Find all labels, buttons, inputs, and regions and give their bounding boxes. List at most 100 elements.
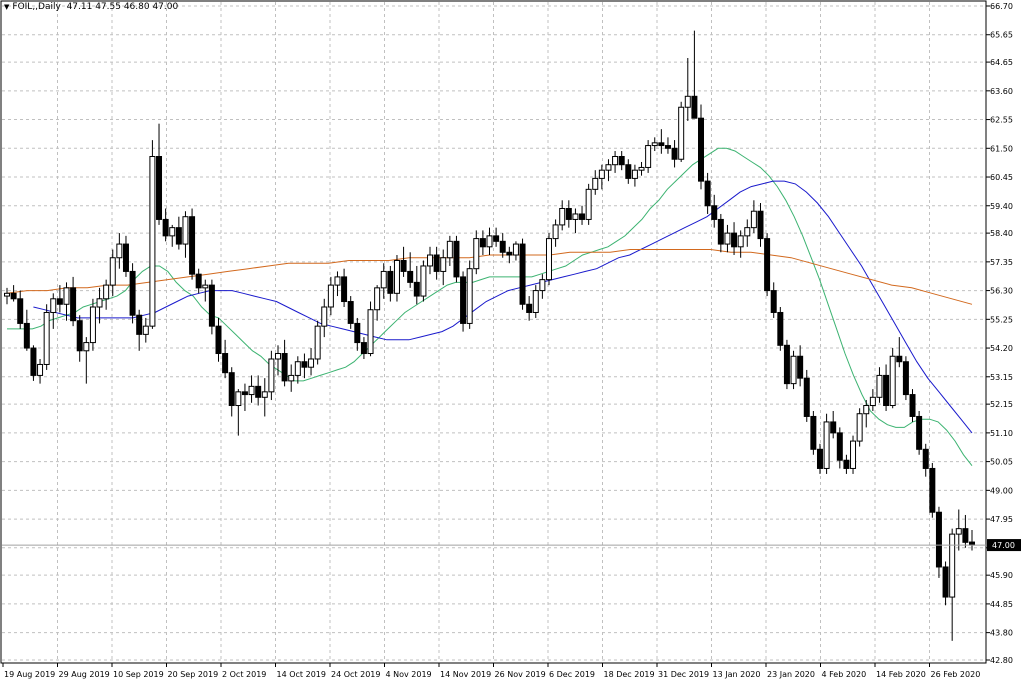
candle-body-bull (116, 243, 123, 259)
price-chart[interactable]: 66.70 65.65 64.65 63.60 62.55 61.50 60.45 59.40… (0, 0, 1024, 683)
candle-body-bull (552, 224, 559, 240)
candle (783, 339, 790, 390)
x-tick-label: 24 Oct 2019 (331, 670, 380, 679)
candle-body-bear (56, 298, 63, 305)
candle (208, 279, 215, 335)
candle (43, 304, 50, 370)
candle-body-bear (222, 353, 229, 374)
candle-body-bull (539, 279, 546, 292)
candle-body-bear (671, 147, 678, 160)
candle-body-bear (836, 432, 843, 461)
x-tick-label: 10 Sep 2019 (113, 670, 164, 679)
candle-body-bear (698, 117, 705, 182)
candle-body-bear (413, 281, 420, 297)
y-tick-label: 50.05 (990, 458, 1013, 467)
candle-body-bull (380, 270, 387, 289)
candle-body-bull (486, 235, 493, 248)
candle-body-bear (387, 270, 394, 294)
candle-body-bear (625, 164, 632, 179)
candle-body-bull (321, 306, 328, 327)
candle-body-bear (499, 240, 506, 253)
x-tick-label: 18 Dec 2019 (604, 670, 655, 679)
candle-body-bear (281, 353, 288, 382)
candle-body-bear (347, 301, 354, 324)
candle-body-bear (341, 276, 348, 303)
candle-body-bear (129, 270, 136, 316)
y-tick-label: 57.35 (990, 258, 1013, 267)
x-tick-label: 31 Dec 2019 (658, 670, 709, 679)
candle-body-bear (400, 259, 407, 272)
candle-body-bull (314, 325, 321, 360)
candle-body-bear (565, 207, 572, 220)
candle-body-bear (962, 528, 969, 543)
y-tick-label: 52.15 (990, 400, 1013, 409)
candle-body-bull (876, 374, 883, 398)
candle-body-bear (830, 421, 837, 434)
candle-body-bear (493, 235, 500, 242)
x-tick-label: 2 Oct 2019 (222, 670, 266, 679)
candle-body-bull (420, 265, 427, 297)
candle (314, 320, 321, 365)
candle (777, 307, 784, 351)
candle-body-bear (136, 314, 143, 335)
candle-body-bear (579, 213, 586, 220)
y-tick-label: 66.70 (990, 2, 1013, 11)
candle-body-bull (863, 405, 870, 415)
candle-body-bear (195, 273, 202, 289)
candle (149, 140, 156, 329)
candle-body-bear (519, 243, 526, 305)
candle-body-bull (473, 238, 480, 270)
candle-body-bull (182, 216, 189, 245)
candle-body-bull (393, 259, 400, 294)
candle (420, 260, 427, 302)
y-tick-label: 58.40 (990, 229, 1013, 238)
candle-body-bull (559, 207, 566, 226)
candle-body-bull (512, 243, 519, 256)
candle (889, 348, 896, 409)
x-tick-label: 14 Oct 2019 (277, 670, 326, 679)
candle-body-bear (770, 290, 777, 313)
x-tick-label: 14 Nov 2019 (440, 670, 491, 679)
candle-body-bull (744, 227, 751, 237)
candle-body-bear (215, 325, 222, 355)
candle-body-bull (572, 213, 579, 220)
candle-body-bull (631, 169, 638, 179)
candle (129, 263, 136, 324)
dropdown-triangle-icon[interactable]: ▼ (4, 3, 9, 11)
candle-body-bull (149, 156, 156, 327)
candle-body-bear (301, 361, 308, 368)
candle-body-bull (4, 292, 10, 297)
candle-body-bull (949, 533, 956, 598)
candle-body-bear (816, 448, 823, 469)
y-tick-label: 60.45 (990, 173, 1013, 182)
candle-body-bull (466, 268, 473, 324)
candle-body-bull (63, 287, 70, 305)
candle (902, 356, 909, 401)
candle-body-bull (605, 164, 612, 171)
candle-body-bull (638, 166, 645, 171)
candle-body-bear (691, 95, 698, 119)
candle-body-bull (89, 306, 96, 344)
candle-body-bull (440, 257, 447, 272)
x-axis: 19 Aug 2019 29 Aug 2019 10 Sep 2019 20 Sep … (2, 663, 980, 679)
candle (856, 408, 863, 447)
ohlc-readout: 47.11 47.55 46.80 47.00 (66, 2, 179, 12)
candle-body-bear (162, 218, 169, 237)
candle-body-bull (850, 440, 857, 469)
candle-body-bear (30, 347, 37, 376)
x-tick-label: 19 Aug 2019 (4, 670, 55, 679)
candle-body-bear (909, 394, 916, 417)
candle-body-bear (208, 284, 215, 327)
candle-body-bull (367, 309, 374, 355)
candle-body-bull (274, 353, 281, 360)
candle-body-bull (446, 240, 453, 259)
candle (764, 233, 771, 297)
candle (545, 233, 552, 286)
candle-body-bull (96, 298, 103, 308)
candle (929, 462, 936, 518)
candle-body-bull (651, 142, 658, 147)
y-tick-label: 59.40 (990, 202, 1013, 211)
candle (460, 271, 467, 332)
candle-body-bull (955, 528, 962, 535)
candle-body-bear (255, 385, 262, 398)
